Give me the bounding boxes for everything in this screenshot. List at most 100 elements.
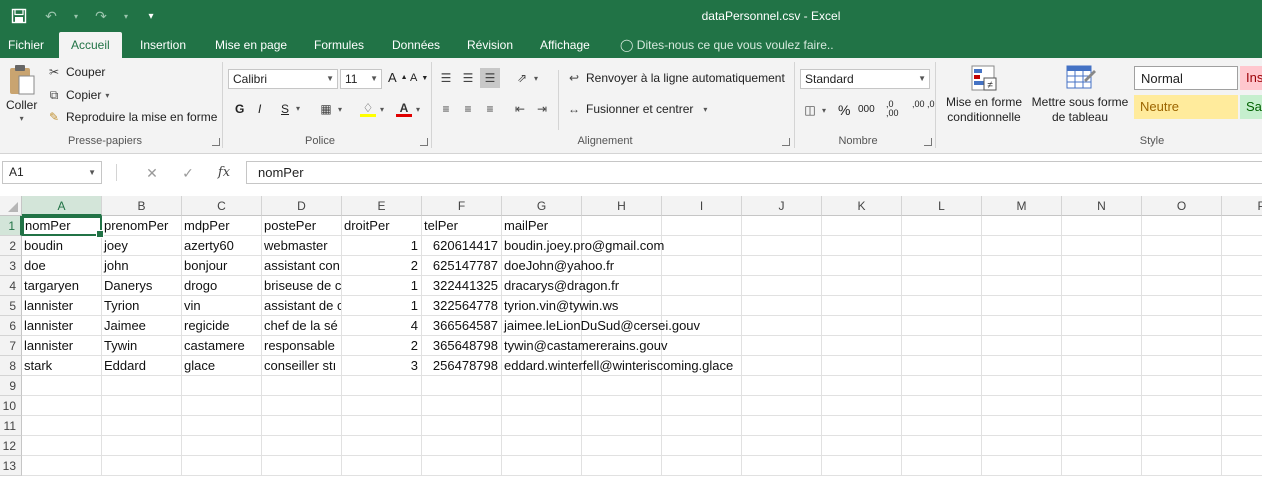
cell-c7[interactable]: castamere: [182, 336, 262, 356]
number-format-select[interactable]: Standard ▼: [800, 69, 930, 89]
cell-b6[interactable]: Jaimee: [102, 316, 182, 336]
cut-button[interactable]: ✂ Couper: [46, 64, 105, 80]
cell-f7[interactable]: 365648798: [422, 336, 502, 356]
row-header-1[interactable]: 1: [0, 216, 22, 236]
cell-g12[interactable]: [502, 436, 582, 456]
cell-n7[interactable]: [1062, 336, 1142, 356]
cell-m5[interactable]: [982, 296, 1062, 316]
cell-e5[interactable]: 1: [342, 296, 422, 316]
column-header-e[interactable]: E: [342, 196, 422, 216]
cell-a7[interactable]: lannister: [22, 336, 102, 356]
alignment-launcher-icon[interactable]: [782, 138, 790, 146]
cell-c10[interactable]: [182, 396, 262, 416]
style-normal[interactable]: Normal: [1134, 66, 1238, 90]
underline-button[interactable]: S: [281, 102, 289, 116]
cell-n8[interactable]: [1062, 356, 1142, 376]
cell-j7[interactable]: [742, 336, 822, 356]
column-header-h[interactable]: H: [582, 196, 662, 216]
cell-l5[interactable]: [902, 296, 982, 316]
cell-c12[interactable]: [182, 436, 262, 456]
increase-decimal-button[interactable]: ,0 ,00: [886, 100, 908, 118]
cell-m9[interactable]: [982, 376, 1062, 396]
cell-g4[interactable]: dracarys@dragon.fr: [502, 276, 619, 296]
cell-n1[interactable]: [1062, 216, 1142, 236]
cell-p2[interactable]: [1222, 236, 1262, 256]
cell-a11[interactable]: [22, 416, 102, 436]
cell-k13[interactable]: [822, 456, 902, 476]
cell-g1[interactable]: mailPer: [502, 216, 582, 236]
cell-g13[interactable]: [502, 456, 582, 476]
cell-k2[interactable]: [822, 236, 902, 256]
row-header-12[interactable]: 12: [0, 436, 22, 456]
cell-d10[interactable]: [262, 396, 342, 416]
align-left-button[interactable]: ≡: [438, 101, 454, 117]
font-launcher-icon[interactable]: [420, 138, 428, 146]
cell-d7[interactable]: responsable: [262, 336, 342, 356]
cell-k3[interactable]: [822, 256, 902, 276]
tab-donnees[interactable]: Données: [386, 32, 446, 58]
cell-d13[interactable]: [262, 456, 342, 476]
cell-p12[interactable]: [1222, 436, 1262, 456]
cell-j10[interactable]: [742, 396, 822, 416]
cell-c1[interactable]: mdpPer: [182, 216, 262, 236]
row-header-6[interactable]: 6: [0, 316, 22, 336]
row-header-10[interactable]: 10: [0, 396, 22, 416]
cell-d5[interactable]: assistant de c: [262, 296, 342, 316]
cell-n13[interactable]: [1062, 456, 1142, 476]
cell-f8[interactable]: 256478798: [422, 356, 502, 376]
cell-d3[interactable]: assistant con: [262, 256, 342, 276]
formula-input[interactable]: nomPer: [246, 161, 1262, 184]
cell-m12[interactable]: [982, 436, 1062, 456]
cell-o9[interactable]: [1142, 376, 1222, 396]
cell-f13[interactable]: [422, 456, 502, 476]
cell-g3[interactable]: doeJohn@yahoo.fr: [502, 256, 614, 276]
cell-k1[interactable]: [822, 216, 902, 236]
cell-g7[interactable]: tywin@castamererains.gouv: [502, 336, 667, 356]
cell-p13[interactable]: [1222, 456, 1262, 476]
cell-o5[interactable]: [1142, 296, 1222, 316]
shrink-font-button[interactable]: A ▼: [410, 72, 428, 84]
tab-formules[interactable]: Formules: [308, 32, 370, 58]
cell-b2[interactable]: joey: [102, 236, 182, 256]
cell-k12[interactable]: [822, 436, 902, 456]
cell-a2[interactable]: boudin: [22, 236, 102, 256]
cell-g10[interactable]: [502, 396, 582, 416]
cell-p4[interactable]: [1222, 276, 1262, 296]
cell-n10[interactable]: [1062, 396, 1142, 416]
cell-g9[interactable]: [502, 376, 582, 396]
tab-mise-en-page[interactable]: Mise en page: [209, 32, 293, 58]
cell-e10[interactable]: [342, 396, 422, 416]
cell-d4[interactable]: briseuse de c: [262, 276, 342, 296]
cell-j8[interactable]: [742, 356, 822, 376]
cell-n3[interactable]: [1062, 256, 1142, 276]
cell-f12[interactable]: [422, 436, 502, 456]
column-header-k[interactable]: K: [822, 196, 902, 216]
font-color-button[interactable]: A ▾: [396, 101, 420, 117]
cell-b7[interactable]: Tywin: [102, 336, 182, 356]
cell-j3[interactable]: [742, 256, 822, 276]
cell-e13[interactable]: [342, 456, 422, 476]
cell-o7[interactable]: [1142, 336, 1222, 356]
cell-d9[interactable]: [262, 376, 342, 396]
column-header-p[interactable]: P: [1222, 196, 1262, 216]
cell-h9[interactable]: [582, 376, 662, 396]
row-header-5[interactable]: 5: [0, 296, 22, 316]
cell-l6[interactable]: [902, 316, 982, 336]
cell-f2[interactable]: 620614417: [422, 236, 502, 256]
cell-k8[interactable]: [822, 356, 902, 376]
cell-b12[interactable]: [102, 436, 182, 456]
cell-c8[interactable]: glace: [182, 356, 262, 376]
cell-a12[interactable]: [22, 436, 102, 456]
cell-o10[interactable]: [1142, 396, 1222, 416]
tab-accueil[interactable]: Accueil: [59, 32, 122, 58]
style-neutre[interactable]: Neutre: [1134, 95, 1238, 119]
select-all-button[interactable]: [0, 196, 22, 216]
orientation-button[interactable]: ⇗ ▾: [514, 70, 538, 86]
cell-k5[interactable]: [822, 296, 902, 316]
row-header-4[interactable]: 4: [0, 276, 22, 296]
cell-h12[interactable]: [582, 436, 662, 456]
cell-b13[interactable]: [102, 456, 182, 476]
column-header-d[interactable]: D: [262, 196, 342, 216]
tab-insertion[interactable]: Insertion: [134, 32, 192, 58]
row-header-7[interactable]: 7: [0, 336, 22, 356]
